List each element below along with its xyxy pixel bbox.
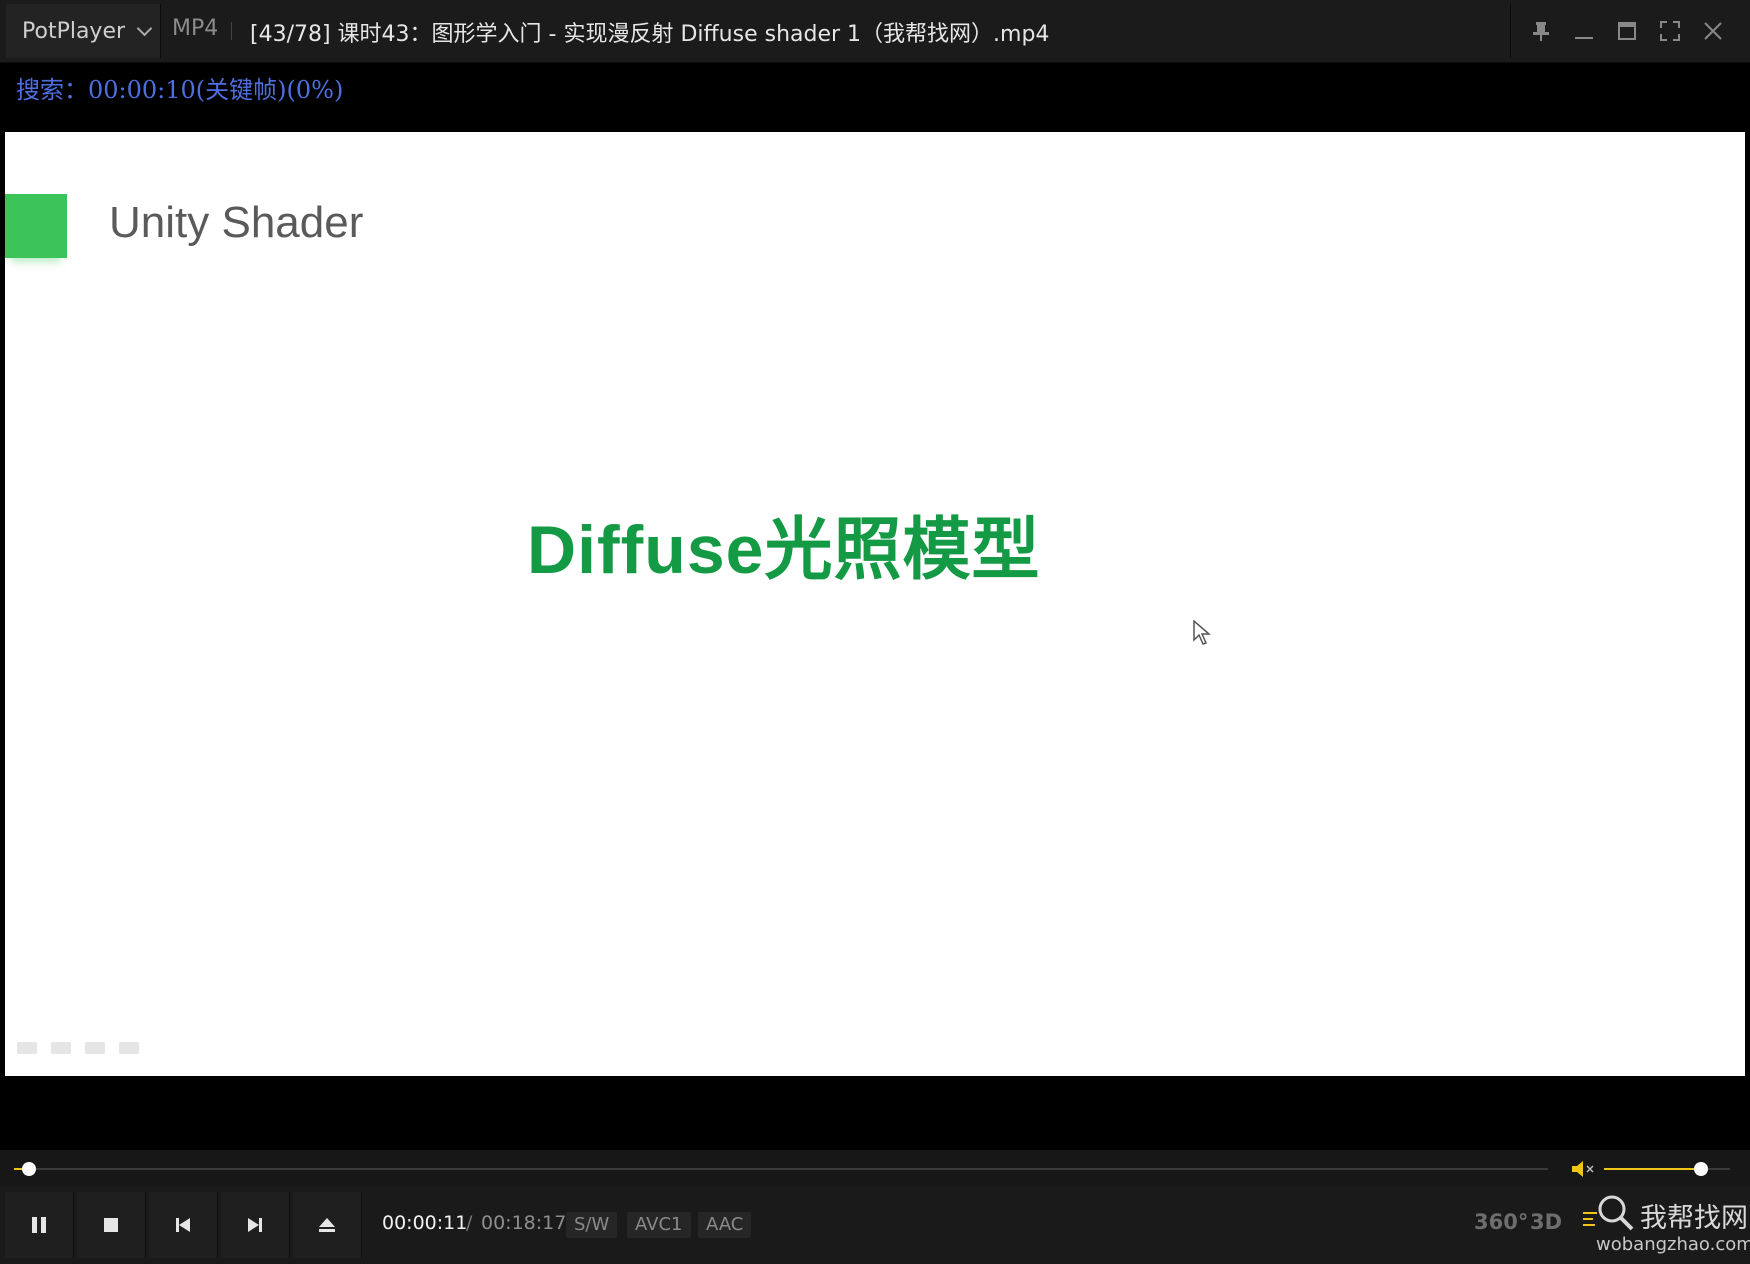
window-title: [43/78] 课时43：图形学入门 - 实现漫反射 Diffuse shade… — [250, 22, 1050, 47]
title-divider — [1510, 4, 1511, 58]
stop-icon — [104, 1218, 118, 1232]
pin-button[interactable] — [1524, 14, 1558, 48]
pin-icon — [1533, 22, 1549, 41]
watermark-url: wobangzhao.com — [1596, 1234, 1750, 1255]
seek-bar[interactable] — [14, 1162, 1548, 1176]
slide-toolbar — [17, 1042, 139, 1054]
skip-next-icon — [248, 1218, 262, 1232]
slide-logo-square — [5, 194, 67, 258]
stop-button[interactable] — [77, 1192, 146, 1258]
app-name: PotPlayer — [22, 18, 126, 44]
video-codec-badge[interactable]: AVC1 — [627, 1212, 691, 1238]
vr-360-button[interactable]: 360° — [1474, 1210, 1528, 1234]
seek-bar-handle[interactable] — [22, 1162, 37, 1176]
next-button[interactable] — [221, 1192, 290, 1258]
chevron-down-icon — [136, 20, 153, 36]
close-icon — [1704, 22, 1722, 40]
slide-title: Diffuse光照模型 — [527, 512, 1041, 588]
slide-tool-prev-icon — [17, 1042, 37, 1054]
volume-icon[interactable] — [1570, 1158, 1598, 1180]
video-surface[interactable]: Unity Shader Diffuse光照模型 — [5, 132, 1745, 1076]
close-button[interactable] — [1696, 14, 1730, 48]
total-duration: 00:18:17 — [481, 1212, 567, 1234]
app-menu-button[interactable]: PotPlayer — [6, 4, 161, 58]
pause-icon — [32, 1217, 46, 1233]
playback-controls: 00:00:11 / 00:18:17 S/W AVC1 AAC 360° 3D — [0, 1188, 1750, 1264]
minimize-icon — [1575, 37, 1593, 39]
slide-tool-menu-icon — [85, 1042, 105, 1054]
slide-tool-next-icon — [119, 1042, 139, 1054]
volume-slider[interactable] — [1604, 1162, 1730, 1176]
seek-row — [0, 1150, 1750, 1186]
pause-button[interactable] — [5, 1192, 74, 1258]
mouse-cursor-icon — [1193, 620, 1211, 645]
title-bar: PotPlayer MP4 [43/78] 课时43：图形学入门 - 实现漫反射… — [0, 0, 1750, 63]
fullscreen-button[interactable] — [1653, 14, 1687, 48]
decoder-badge[interactable]: S/W — [566, 1212, 618, 1238]
fullscreen-icon — [1660, 21, 1680, 41]
time-separator: / — [466, 1212, 473, 1234]
slide-tool-pen-icon — [51, 1042, 71, 1054]
slide-heading: Unity Shader — [109, 198, 364, 247]
title-separator — [231, 22, 232, 40]
seek-osd-message: 搜索：00:00:10(关键帧)(0%) — [16, 76, 344, 104]
3d-button[interactable]: 3D — [1530, 1210, 1562, 1234]
watermark-name: 我帮找网 — [1640, 1203, 1748, 1234]
format-tag: MP4 — [172, 16, 219, 41]
control-bar: 00:00:11 / 00:18:17 S/W AVC1 AAC 360° 3D — [0, 1150, 1750, 1264]
minimize-button[interactable] — [1567, 14, 1601, 48]
maximize-icon — [1618, 22, 1636, 40]
audio-codec-badge[interactable]: AAC — [698, 1212, 752, 1238]
maximize-button[interactable] — [1610, 14, 1644, 48]
previous-button[interactable] — [149, 1192, 218, 1258]
volume-slider-fill — [1604, 1168, 1702, 1170]
magnifier-icon — [1598, 1195, 1634, 1231]
open-file-button[interactable] — [293, 1192, 362, 1258]
current-time: 00:00:11 — [382, 1212, 468, 1234]
skip-previous-icon — [176, 1218, 190, 1232]
volume-slider-handle[interactable] — [1694, 1162, 1709, 1176]
eject-icon — [319, 1218, 335, 1232]
